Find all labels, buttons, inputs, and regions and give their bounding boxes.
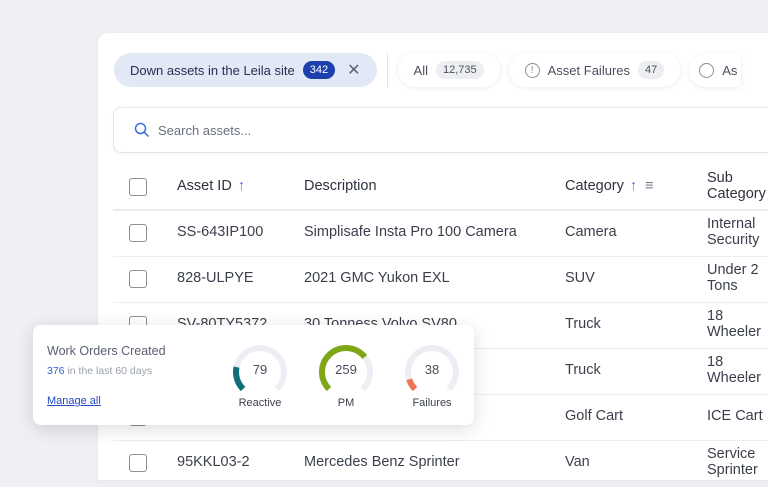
search-icon — [134, 122, 150, 138]
alert-circle-icon: ! — [524, 62, 540, 78]
cell-sub-category: 18 Wheeler — [707, 302, 768, 349]
select-all-checkbox[interactable] — [129, 177, 147, 196]
card-subtitle: 376 in the last 60 days — [47, 365, 152, 377]
header-label: Asset ID — [177, 177, 232, 194]
card-title: Work Orders Created — [47, 344, 166, 358]
column-category[interactable]: Category ↑ ≡ — [565, 164, 707, 211]
cell-category: Truck — [565, 302, 707, 349]
active-filter-chip[interactable]: Down assets in the Leila site 342 ✕ — [114, 53, 377, 87]
total-count: 376 — [47, 365, 65, 377]
gauge-value: 79 — [252, 362, 268, 377]
gauge-pm: 259 PM — [315, 341, 377, 409]
cell-sub-category: Under 2 Tons — [707, 256, 768, 303]
cell-description: Simplisafe Insta Pro 100 Camera — [304, 210, 565, 257]
sort-up-icon[interactable]: ↑ — [630, 178, 637, 194]
chip-label: As — [722, 62, 738, 78]
column-asset-id[interactable]: Asset ID ↑ — [177, 164, 304, 211]
filter-chip-3[interactable]: As — [689, 53, 742, 87]
divider — [386, 53, 388, 87]
cell-category: SUV — [565, 256, 707, 303]
column-sub-category[interactable]: Sub Category — [707, 164, 768, 211]
filter-icon[interactable]: ≡ — [645, 178, 653, 194]
gauge-value: 259 — [335, 362, 357, 377]
gauge-failures: 38 Failures — [401, 341, 463, 409]
timer-icon — [699, 62, 715, 78]
cell-asset-id: SS-643IP100 — [177, 210, 304, 257]
period-text: in the last 60 days — [67, 365, 153, 377]
manage-all-link[interactable]: Manage all — [47, 395, 101, 407]
table-row[interactable]: 95KKL03-2 Mercedes Benz Sprinter Van Ser… — [113, 440, 768, 487]
chip-count: 12,735 — [435, 61, 484, 79]
cell-description: Mercedes Benz Sprinter — [304, 440, 565, 487]
cell-description: 2021 GMC Yukon EXL — [304, 256, 565, 303]
cell-sub-category: Internal Security — [707, 210, 768, 257]
chip-label: All — [413, 62, 428, 78]
active-filter-count: 342 — [302, 61, 336, 79]
filter-chip-asset-failures[interactable]: ! Asset Failures 47 — [508, 53, 681, 87]
cell-sub-category: 18 Wheeler — [707, 348, 768, 395]
chip-label: Asset Failures — [547, 62, 631, 78]
gauge-label: Reactive — [238, 397, 282, 409]
filter-chips: Down assets in the Leila site 342 ✕ All … — [114, 53, 742, 87]
search-bar — [113, 107, 768, 153]
row-checkbox[interactable] — [129, 224, 147, 243]
table-header-row: Asset ID ↑ Description Category ↑ ≡ Sub Cat… — [113, 164, 768, 211]
table-row[interactable]: 828-ULPYE 2021 GMC Yukon EXL SUV Under 2… — [113, 256, 768, 303]
table-row[interactable]: SS-643IP100 Simplisafe Insta Pro 100 Cam… — [113, 210, 768, 257]
active-filter-label: Down assets in the Leila site — [130, 62, 295, 78]
cell-sub-category: ICE Cart — [707, 394, 768, 441]
gauge-label: PM — [337, 397, 355, 409]
cell-asset-id: 95KKL03-2 — [177, 440, 304, 487]
gauge-value: 38 — [424, 362, 440, 377]
cell-category: Truck — [565, 348, 707, 395]
header-label: Category — [565, 177, 624, 194]
filter-chip-all[interactable]: All 12,735 — [397, 53, 500, 87]
cell-category: Camera — [565, 210, 707, 257]
gauge-label: Failures — [412, 397, 452, 409]
close-icon[interactable]: ✕ — [347, 60, 360, 80]
cell-category: Van — [565, 440, 707, 487]
row-checkbox[interactable] — [129, 270, 147, 288]
cell-category: Golf Cart — [565, 394, 707, 441]
search-input[interactable] — [158, 122, 558, 138]
chip-count: 47 — [638, 61, 665, 79]
cell-sub-category: Service Sprinter — [707, 440, 768, 487]
gauge-reactive: 79 Reactive — [229, 341, 291, 409]
cell-asset-id: 828-ULPYE — [177, 256, 304, 303]
work-orders-card: Work Orders Created 376 in the last 60 d… — [33, 325, 474, 425]
row-checkbox[interactable] — [129, 454, 147, 472]
sort-up-icon[interactable]: ↑ — [238, 178, 245, 194]
column-description[interactable]: Description — [304, 164, 565, 211]
